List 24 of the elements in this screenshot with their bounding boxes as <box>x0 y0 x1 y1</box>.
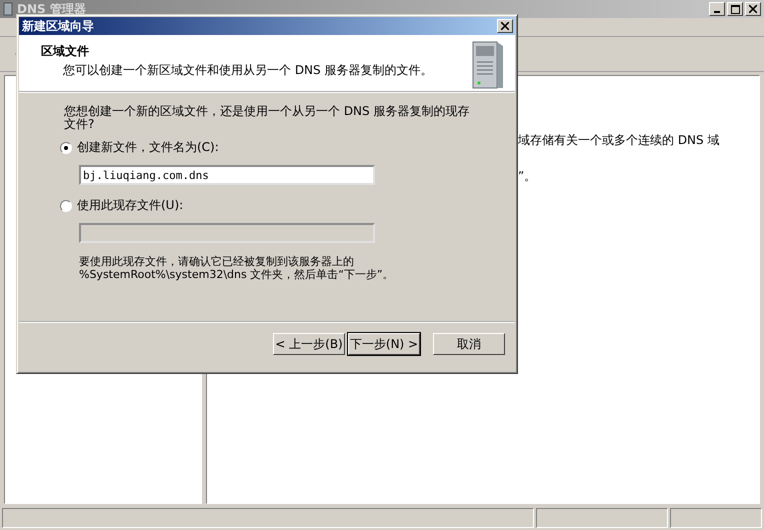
radio-button[interactable] <box>60 200 72 212</box>
back-button[interactable]: < 上一步(B) <box>273 333 345 355</box>
question-text: 您想创建一个新的区域文件，还是使用一个从另一个 DNS 服务器复制的现存 <box>64 105 470 118</box>
maximize-icon <box>730 4 740 14</box>
radio-button[interactable] <box>60 142 72 154</box>
question-text: 文件? <box>64 118 96 131</box>
page-heading: 区域文件 <box>41 43 90 60</box>
next-button[interactable]: 下一步(N) > <box>348 333 420 355</box>
option-label: 使用此现存文件(U): <box>77 197 184 214</box>
option-label: 创建新文件，文件名为(C): <box>77 139 219 156</box>
dialog-title: 新建区域向导 <box>22 18 95 34</box>
filename-field[interactable]: bj.liuqiang.com.dns <box>79 165 375 185</box>
close-button[interactable] <box>497 19 513 33</box>
description-text: ”。 <box>518 168 538 185</box>
page-subtitle: 您可以创建一个新区域文件和使用从另一个 DNS 服务器复制的文件。 <box>62 62 434 79</box>
close-button[interactable] <box>745 2 761 16</box>
description-text: 域存储有关一个或多个连续的 DNS 域 <box>518 132 720 149</box>
maximize-button[interactable] <box>727 2 743 16</box>
cancel-button[interactable]: 取消 <box>433 333 505 355</box>
window-title: DNS 管理器 <box>17 0 87 18</box>
close-icon <box>501 22 509 30</box>
close-icon <box>749 5 757 13</box>
minimize-button[interactable] <box>709 2 725 16</box>
note-text: 要使用此现存文件，请确认它已经被复制到该服务器上的 %SystemRoot%\system32\dns 文件夹，然后单击“下一步”。 <box>79 255 395 281</box>
